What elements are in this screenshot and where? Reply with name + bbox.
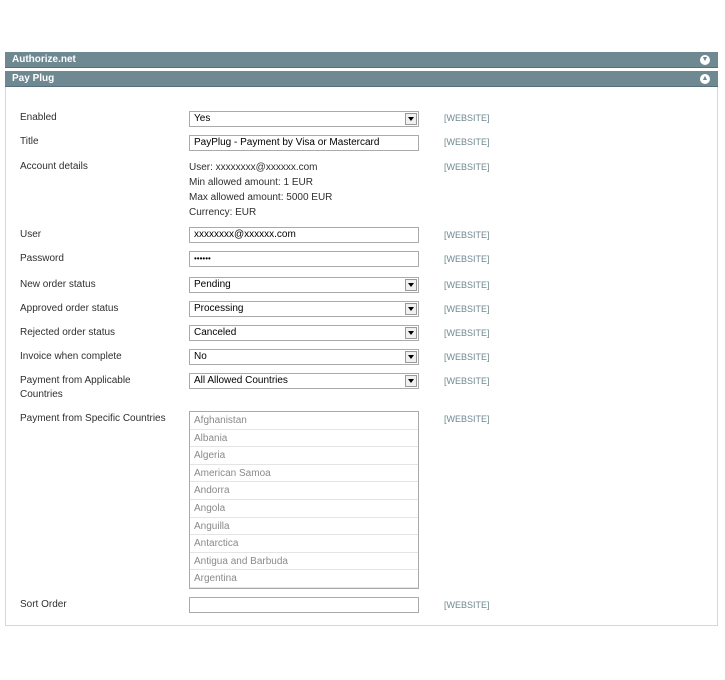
account-currency-line: Currency: EUR	[189, 207, 257, 218]
scope-label: [WEBSITE]	[444, 280, 490, 290]
specific-countries-multiselect[interactable]: Afghanistan Albania Algeria American Sam…	[189, 411, 419, 589]
applicable-countries-label: Payment from Applicable Countries	[20, 374, 131, 402]
section-header-pay-plug[interactable]: Pay Plug ▲	[5, 71, 718, 87]
sort-order-input[interactable]	[189, 597, 419, 613]
scope-label: [WEBSITE]	[444, 328, 490, 338]
section-title: Pay Plug	[12, 73, 55, 84]
account-details-label: Account details	[20, 161, 88, 172]
dropdown-arrow-icon	[405, 113, 417, 125]
account-details-info: User: xxxxxxxx@xxxxxx.com Min allowed am…	[189, 160, 332, 220]
dropdown-arrow-icon	[405, 303, 417, 315]
country-option[interactable]: Antigua and Barbuda	[190, 553, 418, 571]
sort-order-label: Sort Order	[20, 599, 67, 610]
password-input[interactable]: ••••••	[189, 251, 419, 267]
scope-label: [WEBSITE]	[444, 352, 490, 362]
approved-order-status-label: Approved order status	[20, 303, 119, 314]
account-user-line: User: xxxxxxxx@xxxxxx.com	[189, 162, 318, 173]
scope-label: [WEBSITE]	[444, 600, 490, 610]
country-option[interactable]: Argentina	[190, 570, 418, 588]
specific-countries-label: Payment from Specific Countries	[20, 413, 166, 424]
country-option[interactable]: Algeria	[190, 447, 418, 465]
country-option[interactable]: Anguilla	[190, 518, 418, 536]
scope-label: [WEBSITE]	[444, 304, 490, 314]
dropdown-arrow-icon	[405, 375, 417, 387]
dropdown-arrow-icon	[405, 279, 417, 291]
title-label: Title	[20, 136, 39, 147]
expand-icon[interactable]: ▼	[700, 55, 710, 65]
scope-label: [WEBSITE]	[444, 376, 490, 386]
approved-order-status-select[interactable]: Processing	[189, 301, 419, 317]
user-label: User	[20, 229, 42, 240]
country-option[interactable]: Andorra	[190, 482, 418, 500]
dropdown-arrow-icon	[405, 327, 417, 339]
rejected-order-status-select[interactable]: Canceled	[189, 325, 419, 341]
title-input[interactable]: PayPlug - Payment by Visa or Mastercard	[189, 135, 419, 151]
country-option[interactable]: Angola	[190, 500, 418, 518]
country-option[interactable]: Antarctica	[190, 535, 418, 553]
scope-label: [WEBSITE]	[444, 230, 490, 240]
new-order-status-label: New order status	[20, 279, 96, 290]
section-title: Authorize.net	[12, 54, 76, 65]
enabled-select[interactable]: Yes	[189, 111, 419, 127]
label-line: Countries	[20, 389, 63, 400]
label-line: Payment from Applicable	[20, 375, 131, 386]
selected-value: Yes	[194, 113, 211, 124]
invoice-when-complete-label: Invoice when complete	[20, 351, 122, 362]
selected-value: No	[194, 351, 207, 362]
rejected-order-status-label: Rejected order status	[20, 327, 116, 338]
enabled-label: Enabled	[20, 112, 57, 123]
user-input[interactable]: xxxxxxxx@xxxxxx.com	[189, 227, 419, 243]
applicable-countries-select[interactable]: All Allowed Countries	[189, 373, 419, 389]
scope-label: [WEBSITE]	[444, 137, 490, 147]
country-option[interactable]: Afghanistan	[190, 412, 418, 430]
collapse-icon[interactable]: ▲	[700, 74, 710, 84]
invoice-when-complete-select[interactable]: No	[189, 349, 419, 365]
scope-label: [WEBSITE]	[444, 162, 490, 172]
section-header-authorize-net[interactable]: Authorize.net ▼	[5, 52, 718, 68]
scope-label: [WEBSITE]	[444, 414, 490, 424]
account-min-line: Min allowed amount: 1 EUR	[189, 177, 313, 188]
selected-value: Canceled	[194, 327, 237, 338]
account-max-line: Max allowed amount: 5000 EUR	[189, 192, 333, 203]
country-option[interactable]: American Samoa	[190, 465, 418, 483]
dropdown-arrow-icon	[405, 351, 417, 363]
selected-value: All Allowed Countries	[194, 375, 288, 386]
scope-label: [WEBSITE]	[444, 113, 490, 123]
scope-label: [WEBSITE]	[444, 254, 490, 264]
selected-value: Pending	[194, 279, 231, 290]
new-order-status-select[interactable]: Pending	[189, 277, 419, 293]
selected-value: Processing	[194, 303, 244, 314]
country-option[interactable]: Albania	[190, 430, 418, 448]
password-label: Password	[20, 253, 64, 264]
